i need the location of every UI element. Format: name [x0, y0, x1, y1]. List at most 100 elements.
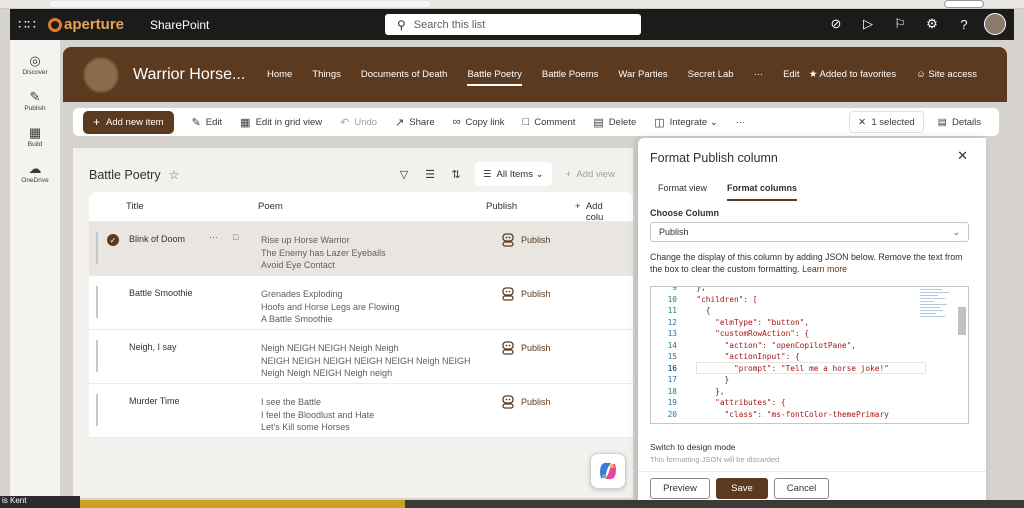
editor-scrollbar[interactable] — [958, 307, 966, 335]
nav-edit[interactable]: Edit — [783, 69, 799, 80]
table-row[interactable]: ✓ Blink of Doom ··· □ Rise up Horse Warr… — [89, 222, 633, 276]
column-header-publish[interactable]: Publish — [486, 201, 517, 212]
selection-count-label: 1 selected — [871, 116, 915, 128]
details-button[interactable]: ▤ Details — [930, 111, 989, 133]
nav-secret-lab[interactable]: Secret Lab — [688, 69, 734, 80]
share-button[interactable]: ↗ Share — [395, 116, 435, 129]
row-drag-handle[interactable] — [96, 232, 98, 264]
help-icon[interactable]: ? — [948, 17, 980, 32]
row-drag-handle[interactable] — [96, 340, 98, 372]
row-more-icon[interactable]: ··· — [209, 232, 218, 242]
appbar-discover[interactable]: ◎ Discover — [10, 54, 60, 77]
appbar-publish[interactable]: ✎ Publish — [10, 90, 60, 113]
nav-home[interactable]: Home — [267, 69, 292, 80]
nav-war-parties[interactable]: War Parties — [618, 69, 667, 80]
publish-button[interactable]: Publish — [501, 340, 551, 356]
star-outline-icon[interactable]: ☆ — [169, 168, 180, 182]
copy-link-button[interactable]: ∞ Copy link — [453, 116, 505, 128]
appbar-build[interactable]: ▦ Build — [10, 126, 60, 149]
add-column-button[interactable]: + Add colu — [575, 201, 603, 223]
learn-more-link[interactable]: Learn more — [802, 264, 847, 274]
copilot-button[interactable] — [590, 453, 626, 489]
publish-label: Publish — [521, 343, 551, 353]
publish-label: Publish — [521, 397, 551, 407]
sort-icon[interactable]: ⇅ — [443, 168, 469, 181]
row-drag-handle[interactable] — [96, 394, 98, 426]
search-input[interactable]: ⚲ Search this list — [385, 14, 641, 35]
table-row[interactable]: Murder Time I see the Battle I feel the … — [89, 384, 633, 438]
nav-battle-poetry[interactable]: Battle Poetry — [467, 69, 522, 86]
poem-line: NEIGH NEIGH NEIGH NEIGH NEIGH Neigh NEIG… — [261, 355, 471, 366]
copilot-suite-icon[interactable]: ⊘ — [820, 16, 852, 32]
row-drag-handle[interactable] — [96, 286, 98, 318]
choose-column-select[interactable]: Publish ⌄ — [650, 222, 969, 242]
nav-more[interactable]: ··· — [754, 69, 764, 80]
megaphone-icon[interactable]: ▷ — [852, 16, 884, 32]
row-title[interactable]: Murder Time — [129, 396, 180, 406]
save-button[interactable]: Save — [716, 478, 768, 499]
switch-design-mode-link[interactable]: Switch to design mode — [650, 442, 736, 452]
copy-link-label: Copy link — [465, 116, 505, 128]
integrate-button[interactable]: ◫ Integrate ⌄ — [654, 116, 718, 129]
edit-button[interactable]: ✎ Edit — [192, 116, 223, 129]
selection-count-button[interactable]: ✕ 1 selected — [849, 111, 924, 133]
comment-button[interactable]: □ Comment — [523, 116, 576, 128]
row-title[interactable]: Battle Smoothie — [129, 288, 193, 298]
gear-icon[interactable]: ⚙ — [916, 16, 948, 32]
favorite-button[interactable]: ★ Added to favorites — [809, 69, 896, 80]
filter-icon[interactable]: ▽ — [391, 168, 417, 181]
checkmark-icon[interactable]: ✓ — [107, 234, 119, 246]
tab-format-view[interactable]: Format view — [658, 183, 707, 201]
add-view-button[interactable]: + Add view — [566, 169, 615, 180]
row-title[interactable]: Blink of Doom — [129, 234, 185, 244]
edit-grid-button[interactable]: ▦ Edit in grid view — [240, 116, 322, 129]
publish-button[interactable]: Publish — [501, 286, 551, 302]
preview-button[interactable]: Preview — [650, 478, 710, 499]
nav-things[interactable]: Things — [312, 69, 341, 80]
feedback-icon[interactable]: ⚐ — [884, 16, 916, 32]
user-avatar[interactable] — [984, 13, 1006, 35]
code-line: 9 }, — [651, 286, 931, 295]
row-comment-icon[interactable]: □ — [233, 232, 238, 242]
publish-button[interactable]: Publish — [501, 394, 551, 410]
appbar-onedrive[interactable]: ☁ OneDrive — [10, 162, 60, 185]
code-line: 11 { — [651, 306, 931, 318]
app-launcher-icon[interactable]: ∷∷ — [10, 16, 44, 33]
cancel-button[interactable]: Cancel — [774, 478, 829, 499]
delete-button[interactable]: ▤ Delete — [593, 116, 636, 129]
site-logo[interactable] — [83, 56, 119, 93]
column-header-title[interactable]: Title — [126, 201, 144, 212]
undo-button[interactable]: ↶ Undo — [340, 116, 377, 129]
table-row[interactable]: Neigh, I say Neigh NEIGH NEIGH Neigh Nei… — [89, 330, 633, 384]
row-poem: Grenades Exploding Hoofs and Horse Legs … — [261, 288, 400, 326]
code-text: "prompt": "Tell me a horse joke!" — [687, 363, 889, 373]
copilot-bot-icon — [502, 287, 514, 301]
group-icon[interactable]: ☰ — [417, 168, 443, 181]
view-selector[interactable]: ☰ All Items ⌄ — [475, 162, 552, 186]
more-commands-button[interactable]: ··· — [736, 117, 746, 128]
tab-format-columns[interactable]: Format columns — [727, 183, 798, 201]
site-title[interactable]: Warrior Horse... — [133, 66, 263, 84]
brand-logo[interactable]: aperture — [48, 16, 138, 33]
line-number: 12 — [667, 317, 677, 327]
poem-line: Avoid Eye Contact — [261, 260, 335, 270]
app-name[interactable]: SharePoint — [150, 18, 209, 32]
close-icon[interactable]: ✕ — [957, 148, 968, 164]
brand-name: aperture — [64, 16, 125, 33]
browser-update-button[interactable] — [944, 0, 984, 8]
line-number: 9 — [672, 286, 677, 292]
browser-url-bar[interactable] — [50, 1, 430, 7]
editor-minimap[interactable] — [920, 287, 956, 327]
nav-battle-poems[interactable]: Battle Poems — [542, 69, 599, 80]
json-editor[interactable]: 9 }, 10 "children": [ 11 { 12 "elmType":… — [650, 286, 969, 424]
site-access-button[interactable]: ☺ Site access — [916, 69, 977, 80]
table-row[interactable]: Battle Smoothie Grenades Exploding Hoofs… — [89, 276, 633, 330]
nav-documents-of-death[interactable]: Documents of Death — [361, 69, 448, 80]
column-header-poem[interactable]: Poem — [258, 201, 283, 212]
code-text: "attributes": { — [687, 398, 786, 407]
edit-label: Edit — [205, 116, 223, 128]
row-title[interactable]: Neigh, I say — [129, 342, 177, 352]
view-tools: ▽ ☰ ⇅ ☰ All Items ⌄ + Add view — [391, 162, 615, 186]
add-new-item-button[interactable]: + Add new item — [83, 110, 174, 134]
publish-button[interactable]: Publish — [501, 232, 551, 248]
